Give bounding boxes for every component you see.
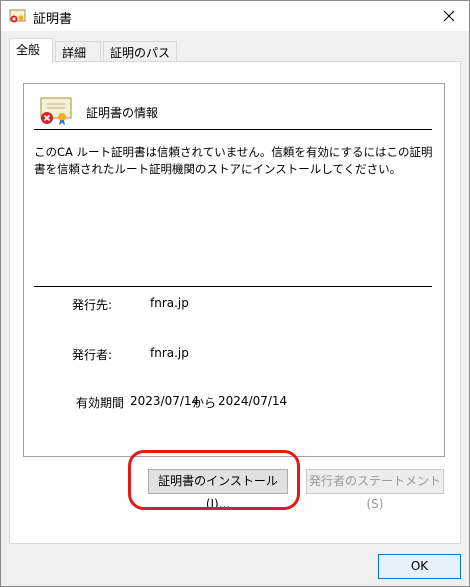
info-divider-bottom: [34, 286, 432, 287]
certificate-info-box: 証明書の情報 このCA ルート証明書は信頼されていません。信頼を有効にするにはこ…: [23, 83, 445, 457]
validity-label: 有効期間: [76, 396, 125, 410]
window-title: 証明書: [33, 12, 73, 27]
issued-by-value: fnra.jp: [150, 346, 189, 360]
certificate-dialog: 証明書 全般 詳細 証明のパス 証明書の情報 このCA ルート証明書は信頼されて…: [0, 0, 470, 587]
valid-separator: から: [192, 396, 217, 410]
highlight-annotation: [128, 450, 300, 510]
certificate-icon: [9, 8, 27, 24]
certificate-info-title: 証明書の情報: [86, 106, 159, 120]
certificate-untrusted-icon: [39, 96, 73, 126]
title-bar: 証明書: [1, 1, 469, 31]
issued-to-value: fnra.jp: [150, 296, 189, 310]
valid-from-value: 2023/07/14: [130, 394, 200, 408]
info-divider-top: [34, 129, 432, 130]
issuer-statement-button[interactable]: 発行者のステートメント(S): [306, 469, 444, 511]
tab-certification-path[interactable]: 証明のパス: [103, 41, 177, 63]
ok-button[interactable]: OK: [378, 554, 461, 579]
tab-general[interactable]: 全般: [9, 38, 53, 63]
close-icon: [443, 10, 455, 22]
valid-to-value: 2024/07/14: [218, 394, 288, 408]
tab-details[interactable]: 詳細: [55, 41, 101, 63]
untrusted-message: このCA ルート証明書は信頼されていません。信頼を有効にするにはこの証明書を信頼…: [34, 145, 433, 176]
issued-by-label: 発行者:: [72, 348, 113, 362]
close-button[interactable]: [429, 1, 469, 31]
issued-to-label: 発行先:: [72, 298, 113, 312]
